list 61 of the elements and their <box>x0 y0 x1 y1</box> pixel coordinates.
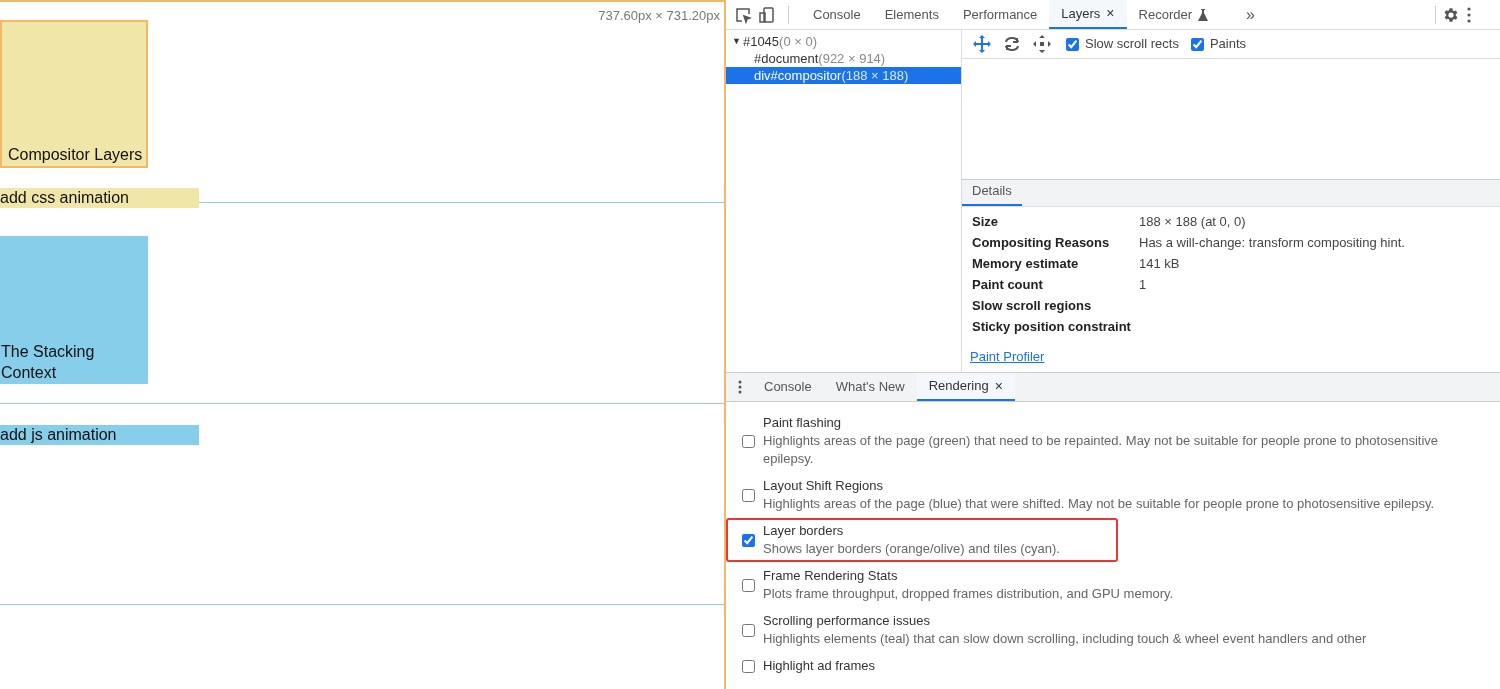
option-description: Highlights areas of the page (blue) that were shifted. May not be suitable for people prone to photosensitive epilepsy. <box>763 495 1436 513</box>
device-toolbar-icon[interactable] <box>758 5 776 24</box>
flask-icon <box>1198 8 1208 21</box>
checkbox[interactable] <box>742 488 755 502</box>
details-tab[interactable]: Details <box>962 180 1022 206</box>
option-title: Scrolling performance issues <box>763 612 931 630</box>
detail-key: Size <box>972 211 1139 232</box>
more-options-icon[interactable] <box>1466 6 1472 23</box>
detail-key: Sticky position constraint <box>972 316 1139 337</box>
animation-bar[interactable]: add css animation <box>0 188 199 208</box>
detail-value: Has a will-change: transform compositing hint. <box>1139 233 1405 252</box>
checkbox[interactable] <box>742 578 755 592</box>
inspect-element-icon[interactable] <box>734 5 752 24</box>
detail-key: Slow scroll regions <box>972 295 1139 316</box>
tab[interactable]: What's New <box>823 373 917 401</box>
paint-profiler-link[interactable]: Paint Profiler <box>970 349 1045 364</box>
option-title: Frame Rendering Stats <box>763 567 899 585</box>
tab[interactable]: Recorder <box>1126 0 1220 29</box>
detail-key: Paint count <box>972 274 1139 295</box>
rotate-mode-icon[interactable] <box>1002 34 1022 54</box>
option-description: Highlights elements (teal) that can slow down scrolling, including touch & wheel event handlers and other <box>763 630 1368 648</box>
detail-key: Memory estimate <box>972 253 1139 274</box>
pan-mode-icon[interactable] <box>972 34 992 54</box>
move-icon[interactable] <box>1032 34 1052 54</box>
layer-tree-item[interactable]: ▼#1045(0 × 0) <box>726 33 961 50</box>
layer-tree-item[interactable]: #document(922 × 914) <box>726 50 961 67</box>
option-description: Shows layer borders (orange/olive) and tiles (cyan). <box>763 540 1061 558</box>
detail-value: 188 × 188 (at 0, 0) <box>1139 212 1246 231</box>
expand-arrow-icon[interactable]: ▼ <box>732 34 741 49</box>
checkbox[interactable] <box>742 623 755 637</box>
detail-value: 1 <box>1139 275 1147 294</box>
option-title: Layout Shift Regions <box>763 477 884 495</box>
colored-layer-box: Compositor Layers <box>0 20 148 168</box>
option-description: Plots frame throughput, dropped frames distribution, and GPU memory. <box>763 585 1175 603</box>
option-title: Paint flashing <box>763 414 843 432</box>
settings-icon[interactable] <box>1442 5 1460 24</box>
detail-key: Compositing Reasons <box>972 232 1139 253</box>
checkbox-label[interactable]: Slow scroll rects <box>1085 34 1179 54</box>
option-title: Layer borders <box>763 522 845 540</box>
tab[interactable]: Console <box>801 0 873 29</box>
layer-tree-item[interactable]: div#compositor(188 × 188) <box>726 67 961 84</box>
checkbox[interactable] <box>1190 37 1204 51</box>
close-tab-button[interactable]: × <box>994 375 1003 397</box>
checkbox-label[interactable]: Paints <box>1209 34 1247 54</box>
checkbox[interactable] <box>742 533 755 547</box>
checkbox[interactable] <box>1066 37 1079 51</box>
tab[interactable]: Performance <box>950 0 1050 29</box>
animation-bar[interactable]: add js animation <box>0 425 199 445</box>
tab[interactable]: Layers × <box>1049 0 1127 29</box>
tab[interactable]: Rendering × <box>916 373 1015 401</box>
option-description: Highlights areas of the page (green) that need to be repainted. May not be suitable for people prone to photosensitive epilepsy. <box>763 432 1439 468</box>
close-tab-button[interactable]: × <box>1106 3 1115 24</box>
tab[interactable]: Console <box>752 373 824 401</box>
more-options-icon[interactable] <box>738 380 742 394</box>
checkbox[interactable] <box>742 659 755 673</box>
option-title: Highlight ad frames <box>763 657 875 675</box>
tab[interactable]: Elements <box>872 0 951 29</box>
checkbox[interactable] <box>742 434 755 448</box>
more-tabs-button[interactable]: » <box>1246 2 1255 27</box>
detail-value: 141 kB <box>1139 254 1180 273</box>
colored-layer-box: The Stacking Context <box>0 236 148 384</box>
